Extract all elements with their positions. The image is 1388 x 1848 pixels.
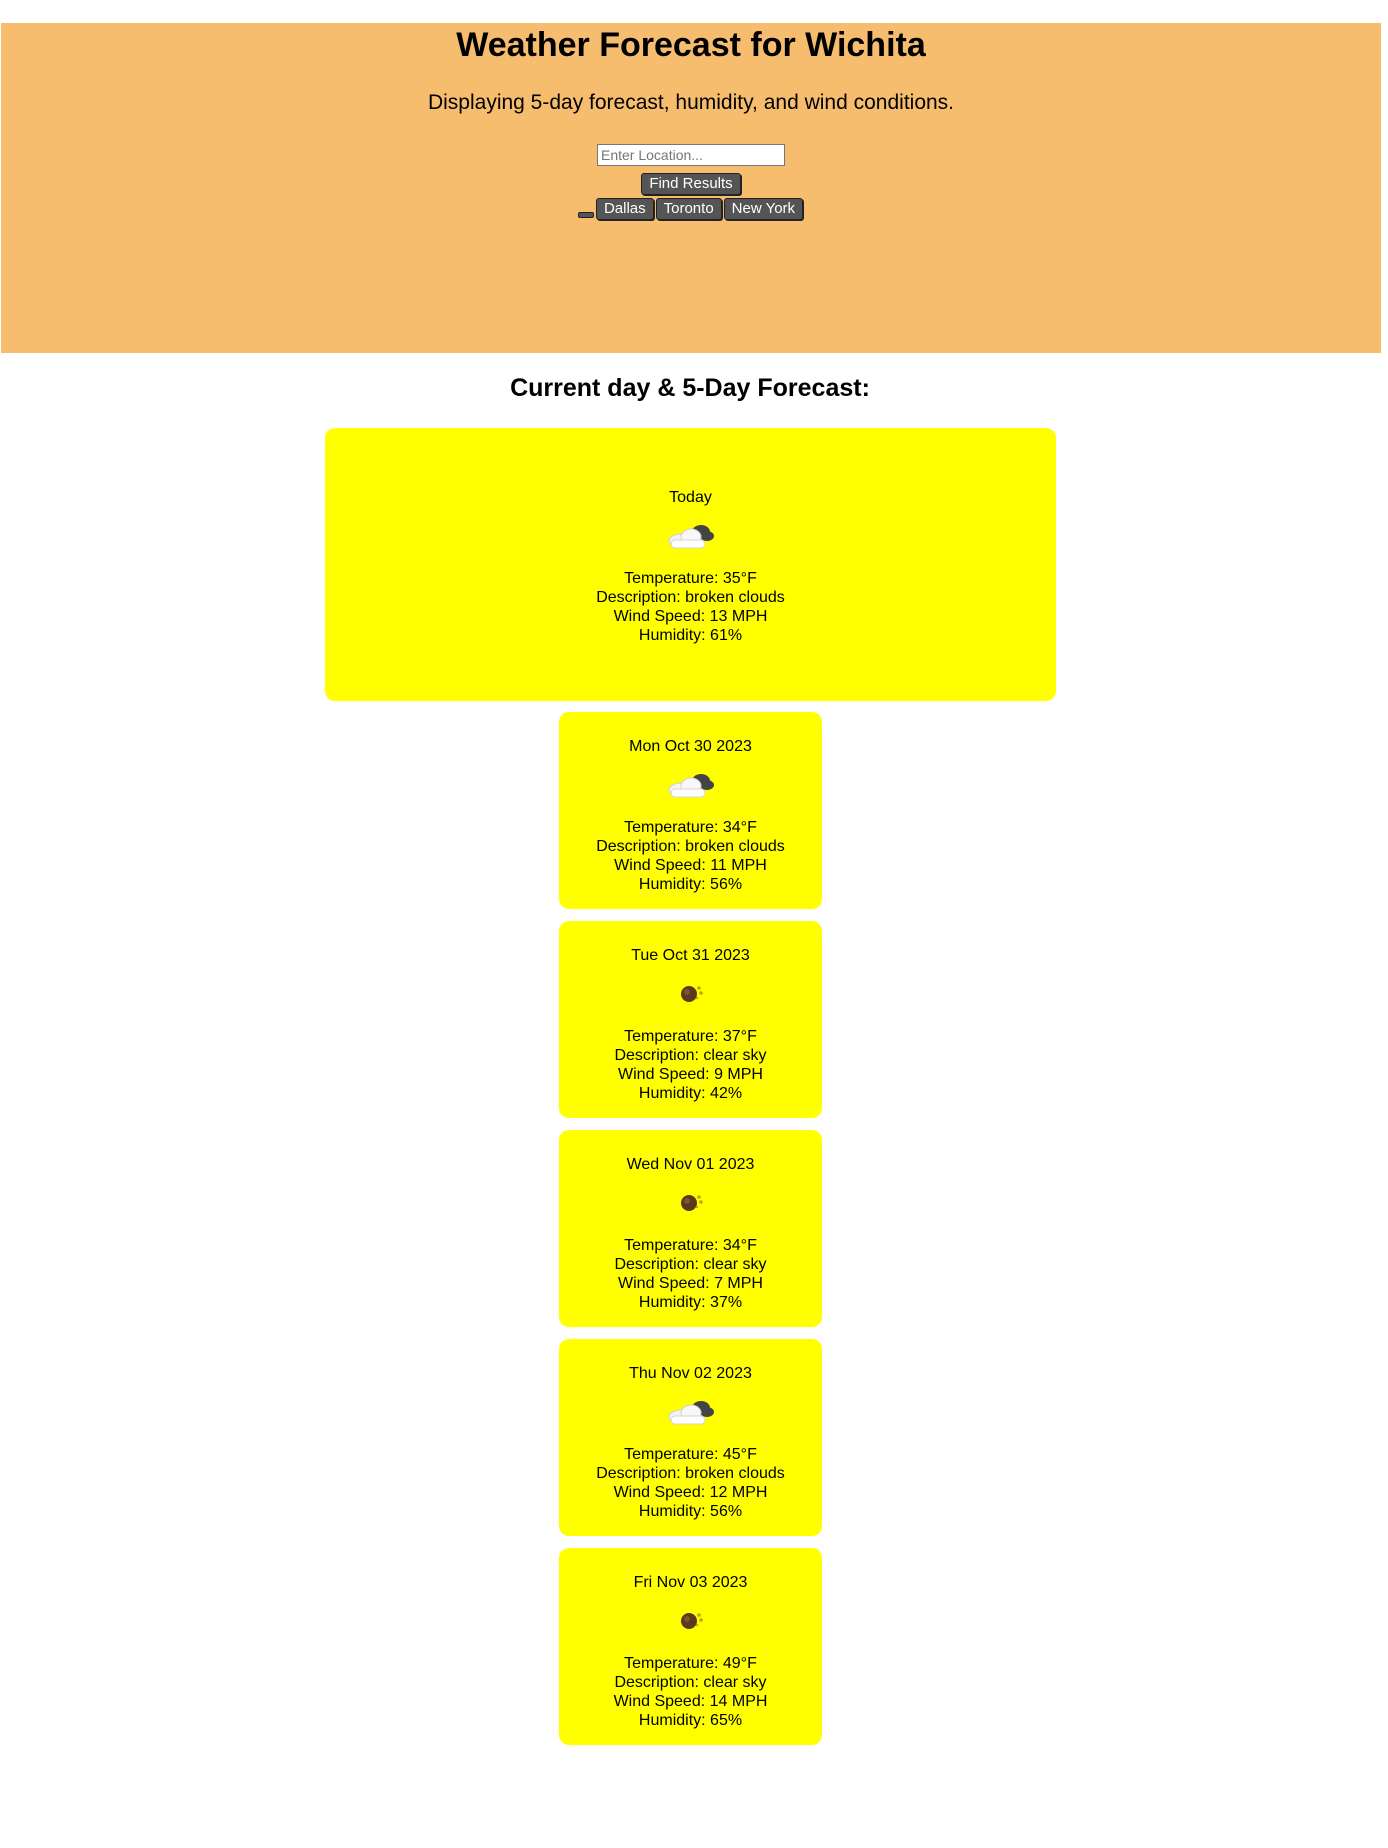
card-temperature: Temperature: 37°F <box>624 1028 757 1045</box>
page-title: Weather Forecast for Wichita <box>456 26 926 64</box>
clear-sky-icon <box>680 1195 703 1211</box>
page-subtitle: Displaying 5-day forecast, humidity, and… <box>427 91 955 114</box>
card-temperature: Temperature: 34°F <box>624 1237 757 1254</box>
card-description: Description: broken clouds <box>596 589 785 606</box>
card-temperature: Temperature: 45°F <box>624 1446 757 1463</box>
broken-clouds-icon <box>668 524 714 549</box>
empty-city-button[interactable] <box>577 212 594 218</box>
card-date: Thu Nov 02 2023 <box>629 1365 752 1382</box>
forecast-card: Fri Nov 03 2023 Temperature: 49°F Descri… <box>559 1548 822 1745</box>
card-date: Mon Oct 30 2023 <box>629 738 752 755</box>
card-wind-speed: Wind Speed: 9 MPH <box>618 1066 763 1083</box>
card-date: Tue Oct 31 2023 <box>631 947 750 964</box>
forecast-title: Current day & 5-Day Forecast: <box>510 374 870 402</box>
find-results-button[interactable]: Find Results <box>641 173 741 195</box>
card-description: Description: broken clouds <box>596 1465 785 1482</box>
card-temperature: Temperature: 49°F <box>624 1655 757 1672</box>
card-wind-speed: Wind Speed: 14 MPH <box>613 1693 768 1710</box>
broken-clouds-icon <box>668 773 714 798</box>
forecast-card: Wed Nov 01 2023 Temperature: 34°F Descri… <box>559 1130 822 1327</box>
city-button-toronto[interactable]: Toronto <box>655 198 722 220</box>
card-date: Today <box>669 489 712 506</box>
card-description: Description: clear sky <box>614 1256 767 1273</box>
card-wind-speed: Wind Speed: 12 MPH <box>613 1484 768 1501</box>
card-humidity: Humidity: 61% <box>638 627 743 644</box>
forecast-card: Thu Nov 02 2023 Temperature: 45°F Descri… <box>559 1339 822 1536</box>
clear-sky-icon <box>680 986 703 1002</box>
card-temperature: Temperature: 35°F <box>624 570 757 587</box>
card-description: Description: clear sky <box>614 1047 767 1064</box>
card-description: Description: clear sky <box>614 1674 767 1691</box>
card-humidity: Humidity: 56% <box>638 876 743 893</box>
location-input[interactable] <box>597 144 785 166</box>
forecast-card: Mon Oct 30 2023 Temperature: 34°F Descri… <box>559 712 822 909</box>
broken-clouds-icon <box>668 1400 714 1425</box>
forecast-card: Tue Oct 31 2023 Temperature: 37°F Descri… <box>559 921 822 1118</box>
page-header: Weather Forecast for Wichita Displaying … <box>1 23 1381 353</box>
card-humidity: Humidity: 42% <box>638 1085 743 1102</box>
clear-sky-icon <box>680 1613 703 1629</box>
card-humidity: Humidity: 37% <box>638 1294 743 1311</box>
card-humidity: Humidity: 65% <box>638 1712 743 1729</box>
today-card: Today Temperature: 35°F Description: bro… <box>325 428 1056 701</box>
city-button-dallas[interactable]: Dallas <box>595 198 654 220</box>
card-humidity: Humidity: 56% <box>638 1503 743 1520</box>
card-date: Fri Nov 03 2023 <box>633 1574 748 1591</box>
find-row: Find Results <box>1 173 1381 195</box>
card-wind-speed: Wind Speed: 7 MPH <box>618 1275 763 1292</box>
city-button-new-york[interactable]: New York <box>723 198 804 220</box>
card-temperature: Temperature: 34°F <box>624 819 757 836</box>
city-buttons: Dallas Toronto New York <box>1 198 1381 220</box>
card-date: Wed Nov 01 2023 <box>626 1156 755 1173</box>
card-description: Description: broken clouds <box>596 838 785 855</box>
card-wind-speed: Wind Speed: 13 MPH <box>613 608 768 625</box>
card-wind-speed: Wind Speed: 11 MPH <box>614 857 767 874</box>
